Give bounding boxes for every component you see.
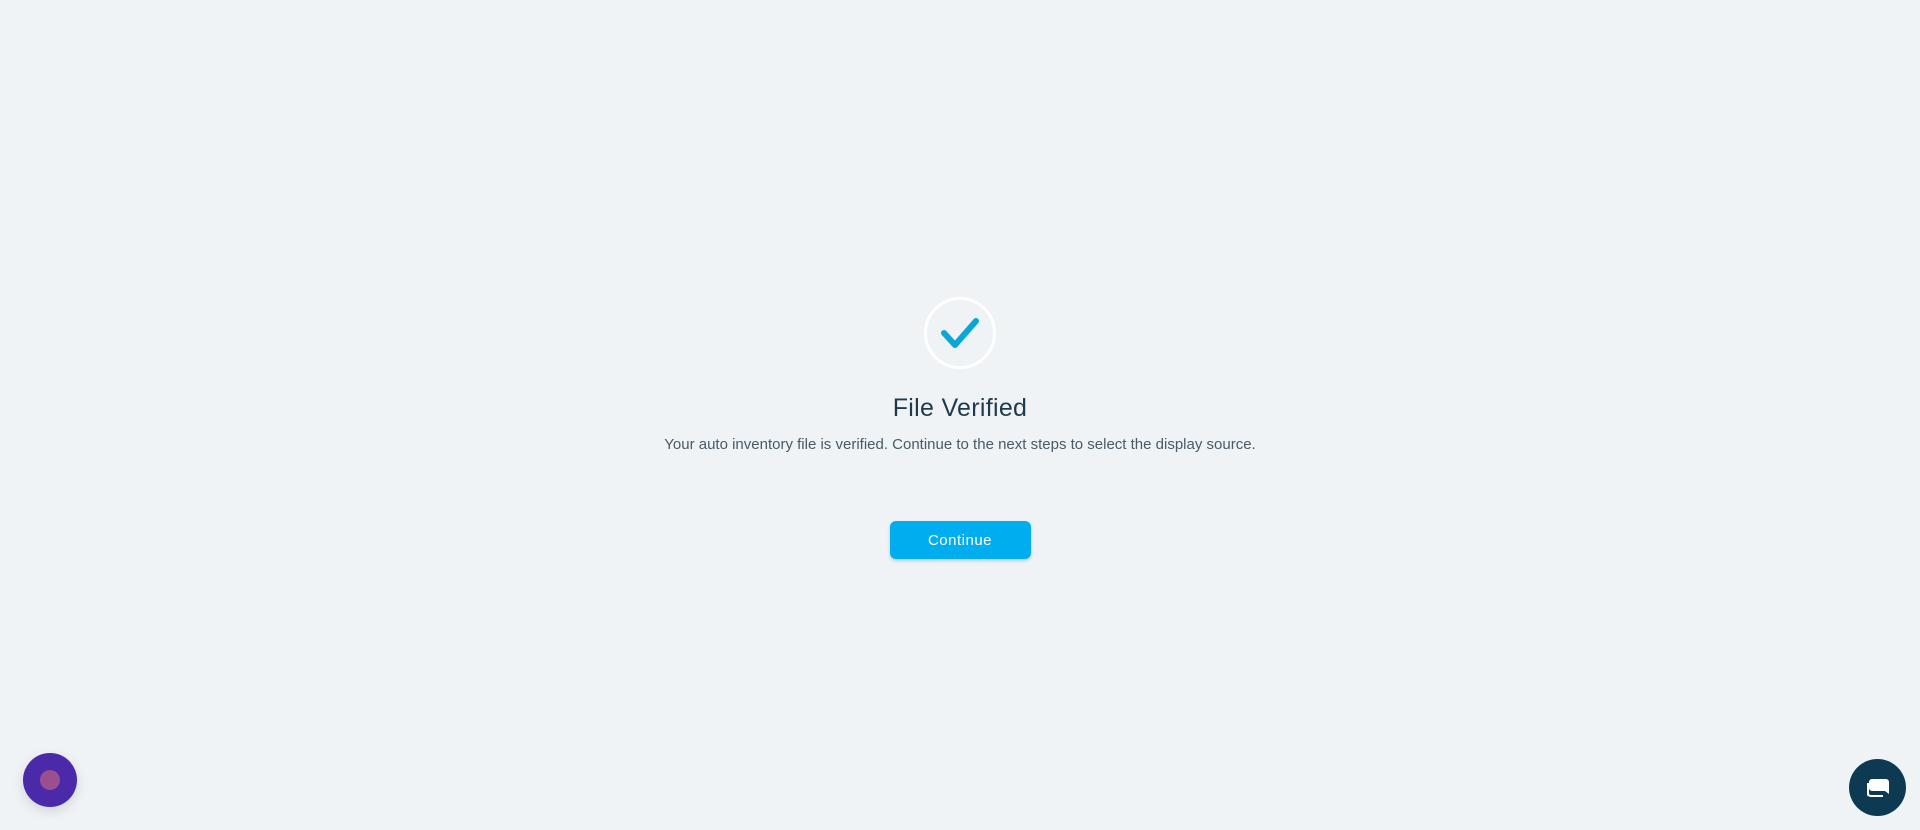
assistant-launcher-icon (40, 770, 60, 790)
chat-icon (1866, 778, 1889, 797)
continue-button[interactable]: Continue (889, 521, 1031, 559)
chat-launcher-button[interactable] (1849, 759, 1906, 816)
verification-panel: File Verified Your auto inventory file i… (0, 297, 1920, 559)
page: File Verified Your auto inventory file i… (0, 0, 1920, 830)
success-badge (924, 297, 996, 369)
verification-message: Your auto inventory file is verified. Co… (664, 436, 1256, 453)
checkmark-icon (941, 318, 979, 348)
page-title: File Verified (892, 394, 1028, 422)
assistant-launcher-button[interactable] (23, 753, 77, 807)
